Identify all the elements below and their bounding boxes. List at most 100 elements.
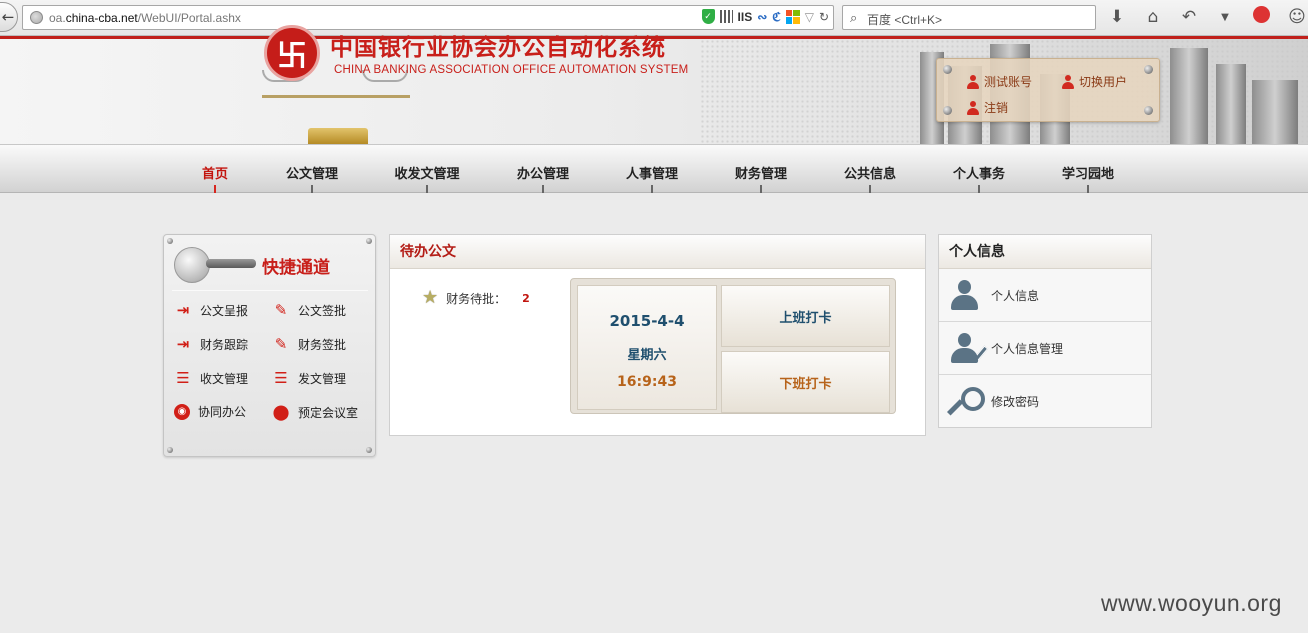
- nav-tick: [426, 185, 428, 193]
- location-pin-icon: ⬤: [272, 403, 290, 421]
- nav-tick: [869, 185, 871, 193]
- current-date: 2015-4-4: [609, 312, 685, 330]
- pencil-icon: ✎: [274, 335, 288, 353]
- star-icon: ★: [422, 287, 439, 308]
- date-card: 2015-4-4 星期六 16:9:43: [577, 285, 717, 410]
- bolt-decoration: [366, 238, 372, 244]
- site-identity-icon[interactable]: [30, 11, 43, 24]
- bolt-decoration: [1144, 106, 1153, 115]
- switch-user-link[interactable]: 切换用户: [1061, 73, 1127, 90]
- current-weekday: 星期六: [627, 348, 667, 363]
- search-bar[interactable]: ⌕ 百度 <Ctrl+K>: [842, 5, 1096, 30]
- aspnet-icon[interactable]: ∾: [757, 10, 767, 24]
- knob-decoration: [174, 247, 210, 283]
- nav-tick: [542, 185, 544, 193]
- quick-item-finance-approve[interactable]: ✎ 财务签批: [272, 335, 346, 353]
- system-title: 中国银行业协会办公自动化系统: [330, 34, 666, 61]
- user-icon: [966, 74, 980, 89]
- quick-item-finance-track[interactable]: ⇥ 财务跟踪: [174, 335, 248, 353]
- url-text[interactable]: oa.china-cba.net/WebUI/Portal.ashx: [49, 11, 241, 25]
- quick-item-receive-doc[interactable]: ☰ 收文管理: [174, 369, 248, 387]
- scale-base: [308, 128, 368, 144]
- globe-icon: ◉: [174, 403, 190, 420]
- nav-tick: [760, 185, 762, 193]
- search-icon: ⌕: [850, 11, 858, 26]
- download-icon[interactable]: ⬇: [1106, 7, 1128, 27]
- nav-item-hr[interactable]: 人事管理: [626, 163, 678, 182]
- pending-finance-item[interactable]: ★ 财务待批： 2: [422, 289, 530, 307]
- divider: [172, 290, 368, 291]
- personal-info-panel: 个人信息 个人信息 个人信息管理 修改密码: [938, 234, 1152, 428]
- profile-icon[interactable]: [1250, 6, 1272, 28]
- qr-code-icon[interactable]: [719, 10, 733, 23]
- url-bar-icons: ✓ IIS ∾ ℭ ▽ ↻: [701, 9, 829, 24]
- attendance-box: 2015-4-4 星期六 16:9:43 上班打卡 下班打卡: [570, 278, 896, 414]
- nav-tick: [1087, 185, 1089, 193]
- dropdown-arrow-icon[interactable]: ▽: [805, 10, 814, 24]
- iis-label[interactable]: IIS: [738, 10, 753, 24]
- chat-icon[interactable]: ☺: [1286, 7, 1308, 27]
- personal-info-title: 个人信息: [939, 235, 1151, 269]
- reload-icon[interactable]: ↻: [819, 10, 829, 24]
- user-panel: 测试账号 切换用户 注销: [936, 58, 1160, 122]
- user-icon: [1061, 74, 1075, 89]
- nav-item-learning[interactable]: 学习园地: [1062, 163, 1114, 182]
- key-icon: [947, 385, 985, 419]
- nav-item-public-info[interactable]: 公共信息: [844, 163, 896, 182]
- bolt-decoration: [943, 106, 952, 115]
- account-link[interactable]: 测试账号: [966, 73, 1032, 90]
- quick-access-title: 快捷通道: [262, 258, 330, 278]
- home-icon[interactable]: ⌂: [1142, 7, 1164, 27]
- nav-tick: [311, 185, 313, 193]
- search-placeholder: 百度 <Ctrl+K>: [867, 13, 943, 27]
- list-out-icon: ☰: [274, 369, 288, 387]
- change-password-link[interactable]: 修改密码: [939, 375, 1151, 428]
- user-icon: [947, 278, 981, 312]
- main-nav: 首页 公文管理 收发文管理 办公管理 人事管理 财务管理 公共信息 个人事务 学…: [0, 144, 1308, 193]
- current-time: 16:9:43: [617, 374, 677, 390]
- list-in-icon: ☰: [176, 369, 190, 387]
- bolt-decoration: [366, 447, 372, 453]
- undo-icon[interactable]: ↶: [1178, 7, 1200, 27]
- address-bar[interactable]: oa.china-cba.net/WebUI/Portal.ashx ✓ IIS…: [22, 5, 834, 30]
- quick-access-panel: 快捷通道 ⇥ 公文呈报 ✎ 公文签批 ⇥ 财务跟踪 ✎ 财务签批 ☰ 收文管理 ☰ 发文管理…: [163, 234, 376, 457]
- personal-info-manage-link[interactable]: 个人信息管理: [939, 322, 1151, 375]
- nav-item-home[interactable]: 首页: [202, 163, 228, 182]
- enter-icon: ⇥: [176, 301, 190, 319]
- user-icon: [966, 100, 980, 115]
- enter-icon: ⇥: [176, 335, 190, 353]
- quick-item-approve-doc[interactable]: ✎ 公文签批: [272, 301, 346, 319]
- quick-item-collaboration[interactable]: ◉ 协同办公: [174, 403, 246, 420]
- quick-item-submit-doc[interactable]: ⇥ 公文呈报: [174, 301, 248, 319]
- bolt-decoration: [167, 447, 173, 453]
- pencil-icon: ✎: [274, 301, 288, 319]
- nav-item-finance[interactable]: 财务管理: [735, 163, 787, 182]
- knob-bar-decoration: [206, 259, 256, 268]
- pending-count: 2: [522, 291, 530, 305]
- user-edit-icon: [947, 331, 989, 365]
- menu-dropdown-icon[interactable]: ▼: [1214, 12, 1236, 23]
- watermark: www.wooyun.org: [1101, 590, 1282, 616]
- quick-item-send-doc[interactable]: ☰ 发文管理: [272, 369, 346, 387]
- bolt-decoration: [1144, 65, 1153, 74]
- nav-item-dispatch[interactable]: 收发文管理: [394, 163, 459, 182]
- bolt-decoration: [167, 238, 173, 244]
- clock-out-button[interactable]: 下班打卡: [721, 351, 890, 413]
- back-button[interactable]: ←: [0, 2, 18, 32]
- personal-info-link[interactable]: 个人信息: [939, 269, 1151, 322]
- bolt-decoration: [943, 65, 952, 74]
- logout-link[interactable]: 注销: [966, 99, 1008, 116]
- shield-icon[interactable]: ✓: [701, 9, 715, 24]
- back-arrow-icon: ←: [1, 8, 15, 26]
- quick-item-book-room[interactable]: ⬤ 预定会议室: [272, 403, 358, 421]
- clock-in-button[interactable]: 上班打卡: [721, 285, 890, 347]
- nav-item-documents[interactable]: 公文管理: [286, 163, 338, 182]
- logo-emblem-icon: 卐: [264, 25, 320, 81]
- nav-item-personal[interactable]: 个人事务: [953, 163, 1005, 182]
- system-subtitle: CHINA BANKING ASSOCIATION OFFICE AUTOMAT…: [334, 64, 689, 76]
- nav-active-indicator: [214, 185, 216, 193]
- windows-icon[interactable]: [785, 9, 800, 24]
- nav-item-office[interactable]: 办公管理: [517, 163, 569, 182]
- nav-tick: [978, 185, 980, 193]
- ie-icon[interactable]: ℭ: [772, 10, 780, 24]
